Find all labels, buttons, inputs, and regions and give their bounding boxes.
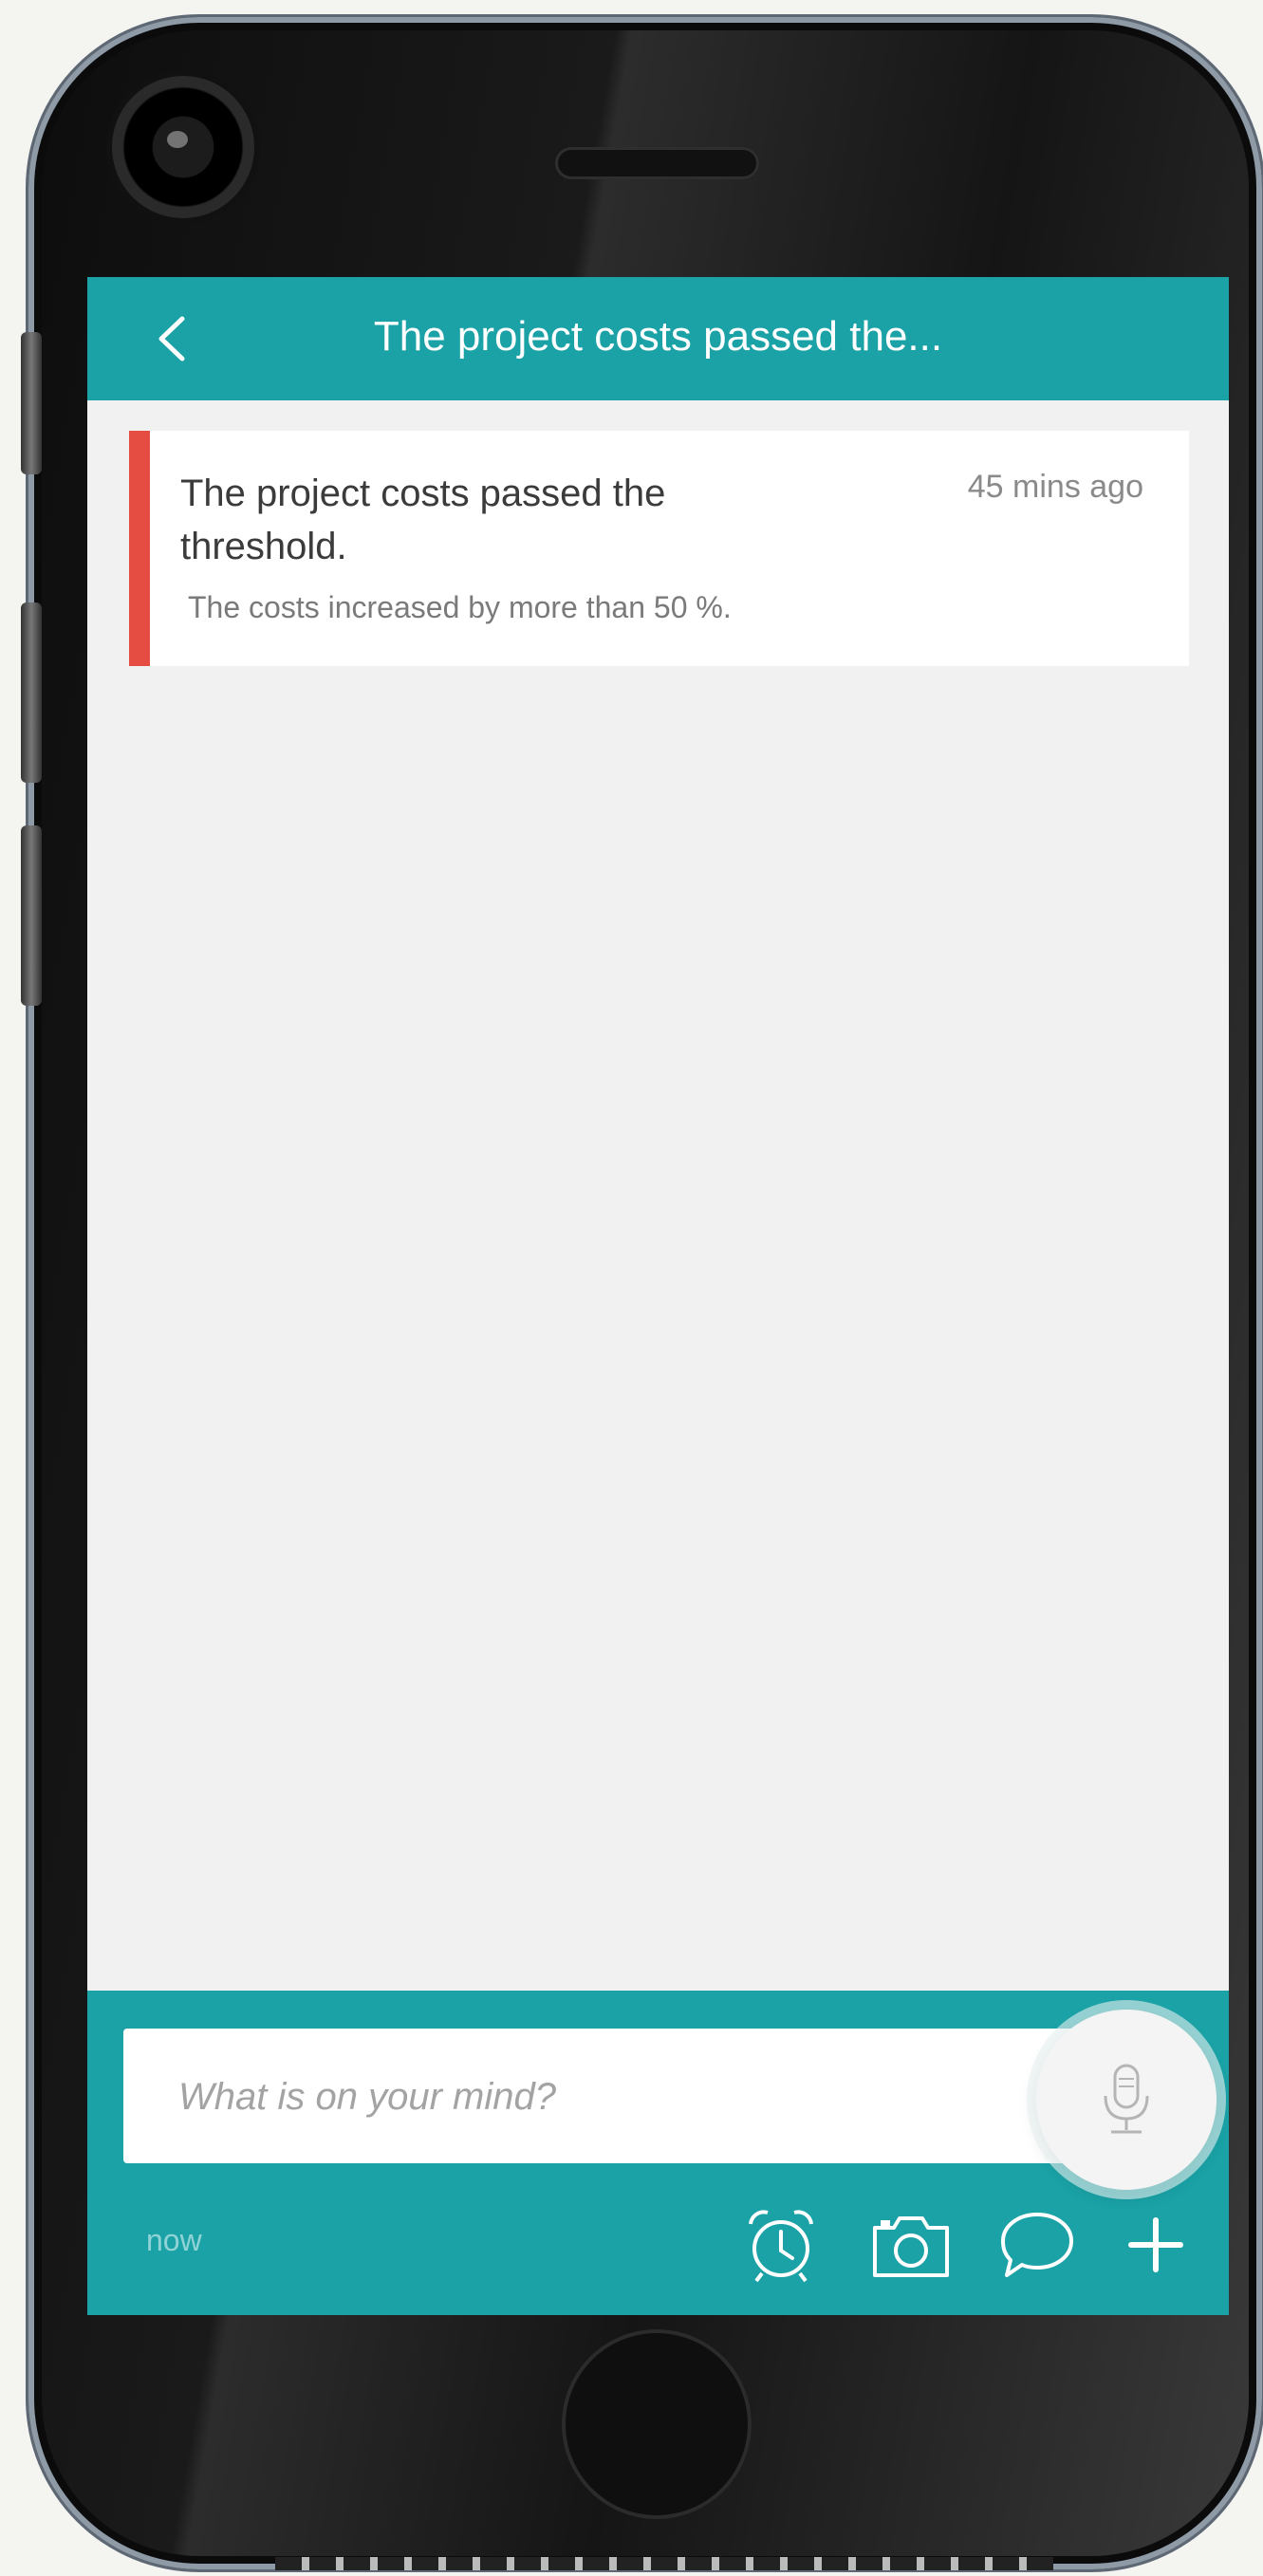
earpiece-speaker (555, 147, 759, 179)
chat-bubble-icon (1001, 2213, 1073, 2277)
volume-up-button (21, 602, 42, 783)
message-input-box[interactable] (123, 2029, 1181, 2163)
alert-title: The project costs passed the threshold. (180, 473, 666, 567)
composer-bar: now (87, 1991, 1229, 2315)
app-screen: The project costs passed the... The proj… (87, 277, 1229, 2315)
timestamp-label: now (146, 2223, 202, 2257)
page-title: The project costs passed the... (373, 313, 943, 360)
alert-card[interactable]: The project costs passed the threshold. … (129, 431, 1189, 666)
top-bar: The project costs passed the... (87, 277, 1229, 400)
microphone-button[interactable] (1036, 2010, 1217, 2190)
camera-icon (873, 2216, 949, 2277)
camera-button[interactable] (867, 2201, 955, 2289)
alert-description: The costs increased by more than 50 %. (188, 590, 732, 624)
add-button[interactable] (1112, 2201, 1199, 2289)
alert-time: 45 mins ago (967, 469, 1143, 505)
alarm-clock-icon (749, 2210, 813, 2283)
message-input[interactable] (176, 2063, 1034, 2131)
front-camera (112, 76, 254, 218)
camera-glint (167, 131, 188, 148)
plus-icon (1128, 2217, 1183, 2272)
comment-button[interactable] (994, 2201, 1081, 2289)
volume-down-button (21, 825, 42, 1006)
phone-bottom-edge (275, 2557, 1053, 2570)
home-button[interactable] (562, 2329, 752, 2519)
reminder-button[interactable] (737, 2201, 825, 2289)
microphone-icon (1104, 2064, 1149, 2134)
mute-switch (21, 332, 42, 474)
